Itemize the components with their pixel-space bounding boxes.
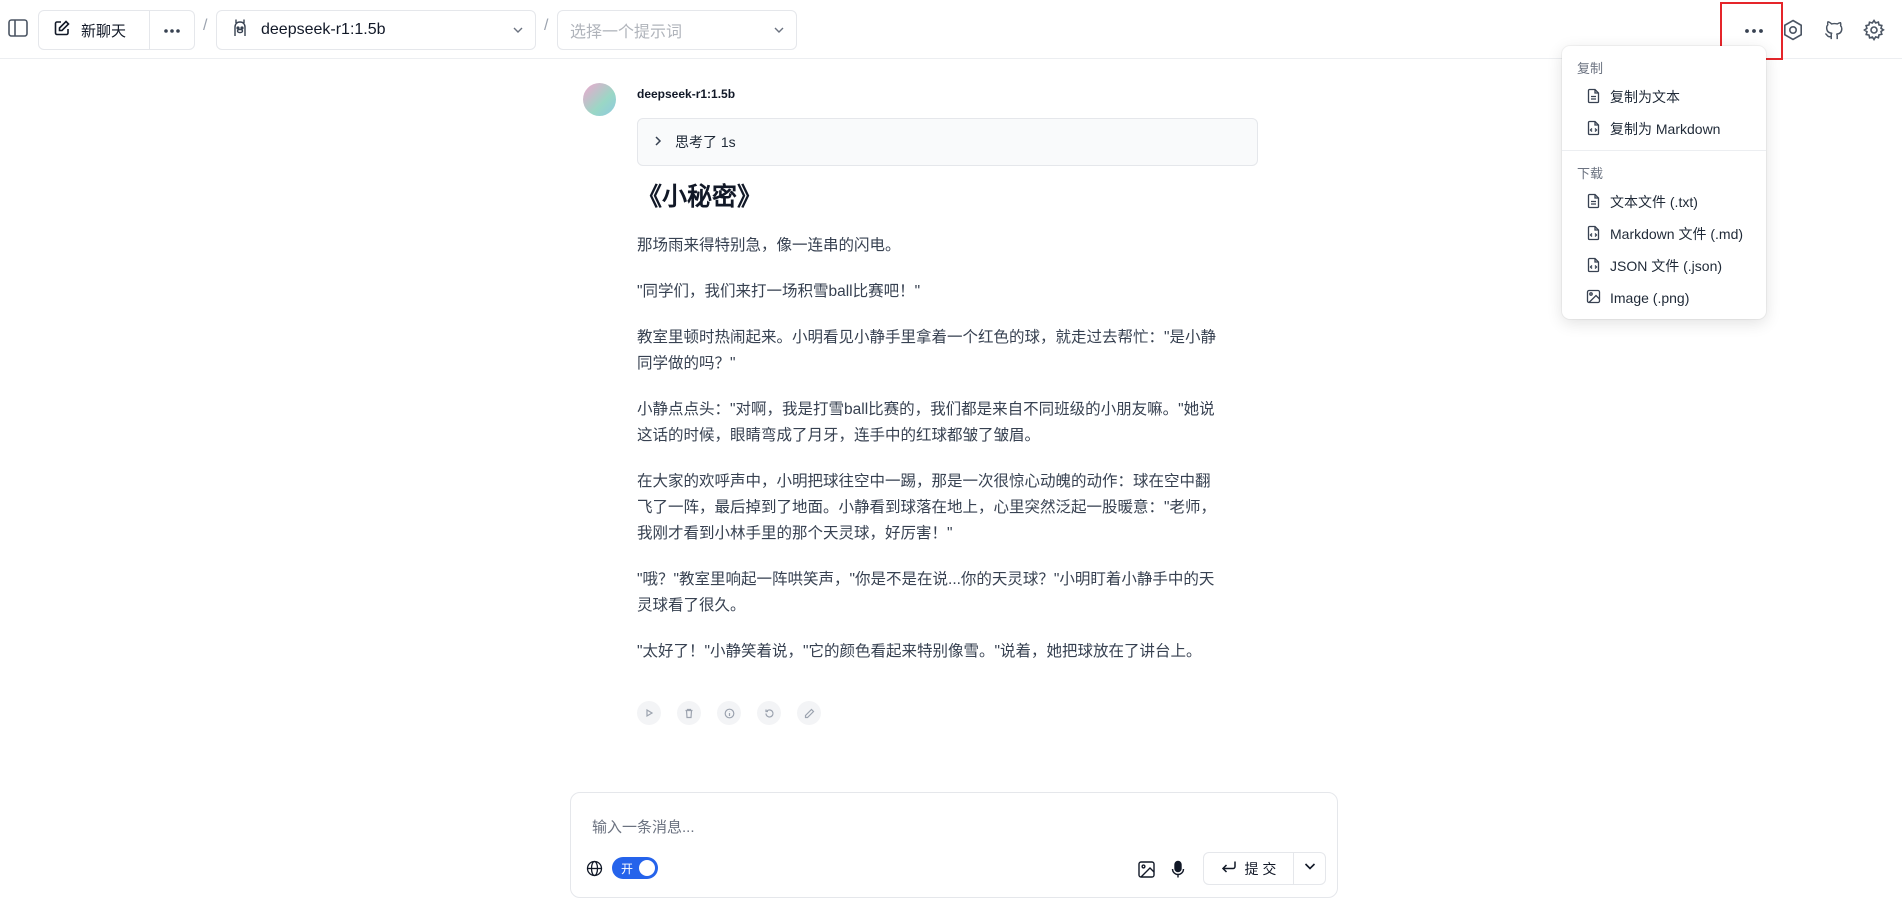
chevron-down-icon xyxy=(1303,859,1317,878)
message-actions xyxy=(637,701,821,725)
message-author: deepseek-r1:1.5b xyxy=(637,87,736,101)
menu-section-copy: 复制 xyxy=(1577,61,1604,76)
submit-button-group: 提 交 xyxy=(1203,852,1326,885)
submit-button[interactable]: 提 交 xyxy=(1204,853,1294,884)
web-search-toggle[interactable]: 开 xyxy=(612,857,658,879)
model-name: deepseek-r1:1.5b xyxy=(261,21,386,38)
menu-section-download: 下载 xyxy=(1577,166,1604,181)
file-code-icon xyxy=(1586,120,1601,139)
file-code-icon xyxy=(1586,257,1601,276)
menu-item-download-md[interactable]: Markdown 文件 (.md) xyxy=(1586,221,1743,247)
chevron-right-icon xyxy=(653,134,663,150)
sidebar-toggle-icon[interactable] xyxy=(6,16,30,40)
model-settings-icon[interactable] xyxy=(1780,17,1806,43)
chevron-down-icon xyxy=(772,23,786,42)
prompt-select[interactable]: 选择一个提示词 xyxy=(557,10,797,50)
message-paragraph: "同学们，我们来打一场积雪ball比赛吧！" xyxy=(637,283,921,300)
play-icon[interactable] xyxy=(637,701,661,725)
ellipsis-icon xyxy=(163,21,181,39)
chevron-down-icon xyxy=(511,23,525,42)
new-chat-group: 新聊天 xyxy=(38,10,195,50)
message-paragraph: 那场雨来得特别急，像一连串的闪电。 xyxy=(637,237,901,254)
thought-label: 思考了 1s xyxy=(675,134,736,150)
menu-item-label: JSON 文件 (.json) xyxy=(1610,258,1723,274)
regenerate-icon[interactable] xyxy=(757,701,781,725)
github-icon[interactable] xyxy=(1821,17,1847,43)
message-paragraph: 小静点点头："对啊，我是打雪ball比赛的，我们都是来自不同班级的小朋友嘛。"她… xyxy=(637,401,1215,444)
menu-item-label: 文本文件 (.txt) xyxy=(1610,194,1698,210)
toggle-knob xyxy=(639,860,655,876)
microphone-icon[interactable] xyxy=(1167,858,1189,880)
file-text-icon xyxy=(1586,88,1601,107)
menu-item-label: Markdown 文件 (.md) xyxy=(1610,226,1744,242)
menu-item-download-png[interactable]: Image (.png) xyxy=(1586,285,1689,311)
story-title: 《小秘密》 xyxy=(637,183,763,211)
edit-icon[interactable] xyxy=(797,701,821,725)
info-icon[interactable] xyxy=(717,701,741,725)
avatar xyxy=(583,83,616,116)
thought-toggle[interactable]: 思考了 1s xyxy=(637,118,1258,166)
image-icon xyxy=(1586,289,1601,307)
settings-gear-icon[interactable] xyxy=(1861,17,1887,43)
message-input[interactable]: 输入一条消息... xyxy=(592,816,695,837)
message-paragraph: "太好了！"小静笑着说，"它的颜色看起来特别像雪。"说着，她把球放在了讲台上。 xyxy=(637,643,1202,660)
new-chat-button[interactable]: 新聊天 xyxy=(39,11,151,49)
menu-item-copy-text[interactable]: 复制为文本 xyxy=(1586,84,1680,110)
submit-label: 提 交 xyxy=(1244,860,1277,877)
edit-icon xyxy=(53,19,71,41)
globe-icon[interactable] xyxy=(584,858,604,878)
toggle-label: 开 xyxy=(621,862,634,876)
breadcrumb-separator: / xyxy=(203,17,208,34)
file-text-icon xyxy=(1586,193,1601,212)
menu-item-download-txt[interactable]: 文本文件 (.txt) xyxy=(1586,189,1698,215)
model-select[interactable]: deepseek-r1:1.5b xyxy=(216,10,536,50)
new-chat-label: 新聊天 xyxy=(81,22,127,40)
image-upload-icon[interactable] xyxy=(1135,858,1157,880)
menu-item-copy-markdown[interactable]: 复制为 Markdown xyxy=(1586,116,1720,142)
menu-item-label: 复制为 Markdown xyxy=(1610,121,1721,137)
submit-options-button[interactable] xyxy=(1294,853,1325,884)
message-composer: 输入一条消息... 开 提 交 xyxy=(570,792,1338,898)
more-options-button[interactable] xyxy=(150,11,194,49)
menu-item-label: Image (.png) xyxy=(1610,290,1690,306)
export-menu: 复制 复制为文本 复制为 Markdown 下载 文本文件 (.txt) Mar… xyxy=(1562,46,1766,319)
menu-item-download-json[interactable]: JSON 文件 (.json) xyxy=(1586,253,1722,279)
message-paragraph: "哦？"教室里响起一阵哄笑声，"你是不是在说...你的天灵球？"小明盯着小静手中… xyxy=(637,571,1215,614)
llama-icon xyxy=(231,18,249,43)
enter-icon xyxy=(1221,860,1237,877)
delete-icon[interactable] xyxy=(677,701,701,725)
breadcrumb-separator: / xyxy=(544,17,549,34)
prompt-placeholder: 选择一个提示词 xyxy=(570,24,683,41)
message-paragraph: 教室里顿时热闹起来。小明看见小静手里拿着一个红色的球，就走过去帮忙："是小静同学… xyxy=(637,329,1217,372)
message-paragraph: 在大家的欢呼声中，小明把球往空中一踢，那是一次很惊心动魄的动作：球在空中翻飞了一… xyxy=(637,473,1217,542)
menu-item-label: 复制为文本 xyxy=(1610,89,1680,105)
file-code-icon xyxy=(1586,225,1601,244)
menu-divider xyxy=(1562,150,1766,151)
